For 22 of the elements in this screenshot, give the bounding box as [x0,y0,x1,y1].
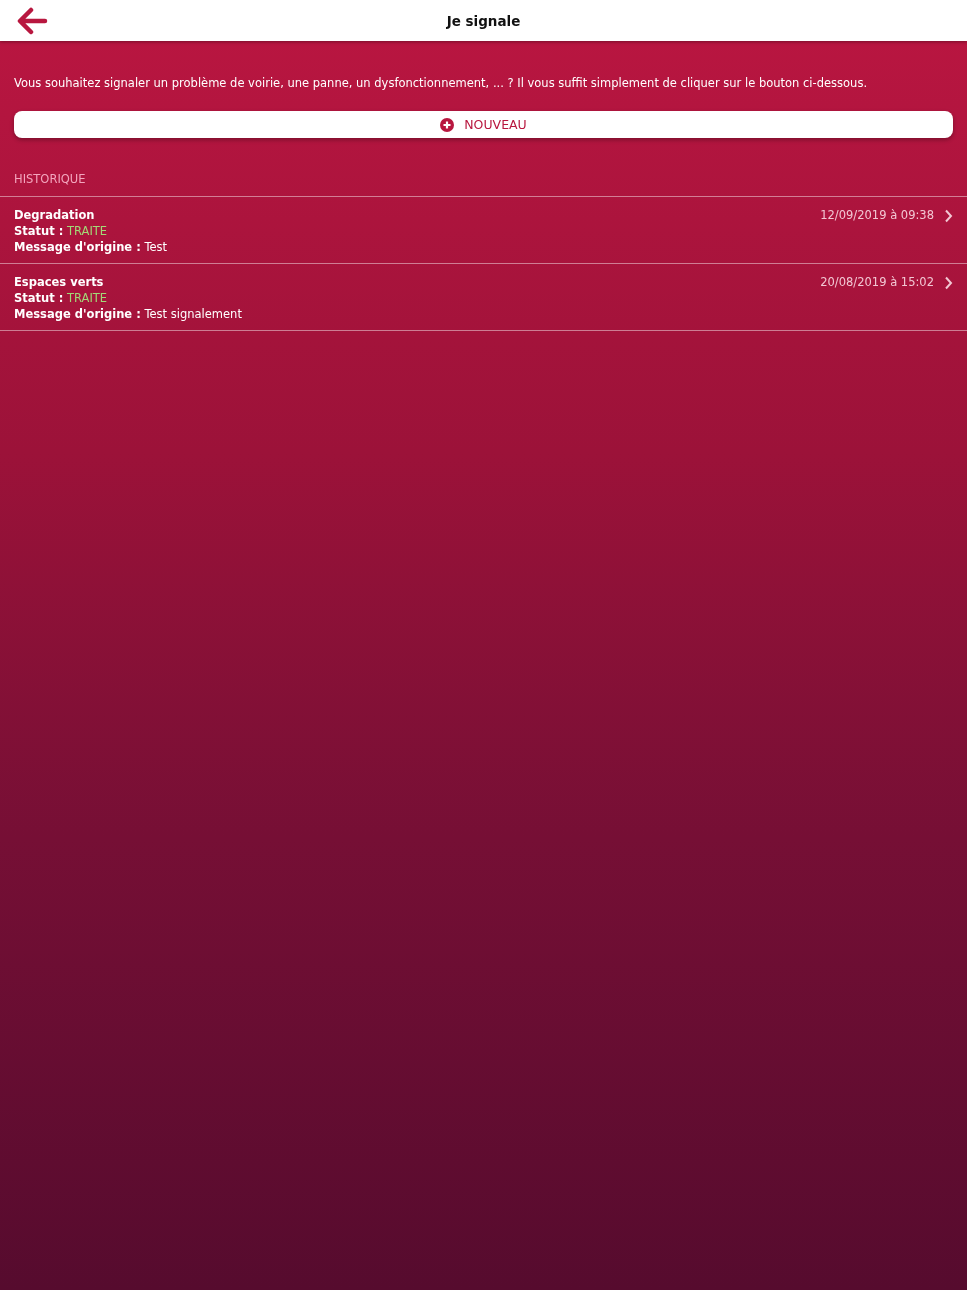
message-label: Message d'origine : [14,307,141,321]
status-label: Statut : [14,224,64,238]
chevron-right-icon [944,276,953,290]
intro-text: Vous souhaitez signaler un problème de voirie, une panne, un dysfonctionnement, ... ? Il vous suffit simplement de cliquer sur le bouton ci-dessous. [13,75,869,91]
message-label: Message d'origine : [14,240,141,254]
status-value: TRAITE [67,224,108,238]
status-label: Statut : [14,291,64,305]
chevron-right-icon [944,209,953,223]
report-date: 12/09/2019 à 09:38 [820,207,934,223]
back-arrow-icon [16,7,48,35]
history-item[interactable]: Espaces verts Statut : TRAITE Message d'origine : Test signalement 20/08/2019 à 15:02 [0,264,967,331]
status-value: TRAITE [67,291,108,305]
history-heading: HISTORIQUE [13,171,87,188]
message-text: Test [144,240,168,254]
page-title: Je signale [446,12,521,29]
report-title: Espaces verts [14,274,104,290]
message-text: Test signalement [144,307,242,321]
history-item[interactable]: Degradation Statut : TRAITE Message d'origine : Test 12/09/2019 à 09:38 [0,197,967,264]
new-report-button[interactable]: NOUVEAU [14,111,953,138]
report-date: 20/08/2019 à 15:02 [820,274,934,290]
plus-circle-icon [440,117,455,132]
report-title: Degradation [14,207,95,223]
